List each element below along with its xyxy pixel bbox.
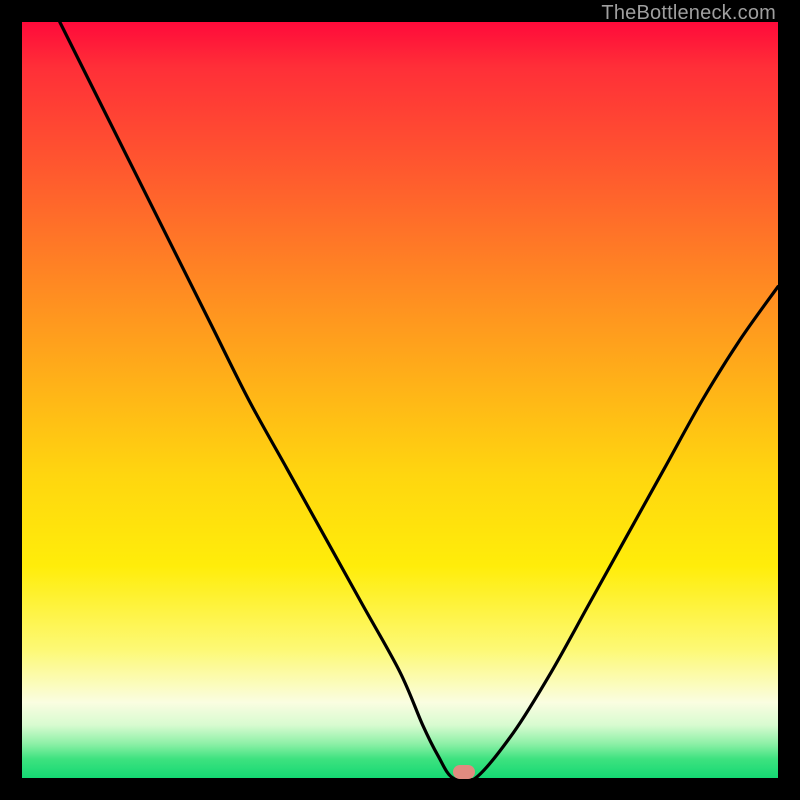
chart-frame: TheBottleneck.com [0, 0, 800, 800]
optimum-marker [453, 765, 475, 779]
bottleneck-curve [22, 22, 778, 778]
plot-area [22, 22, 778, 778]
